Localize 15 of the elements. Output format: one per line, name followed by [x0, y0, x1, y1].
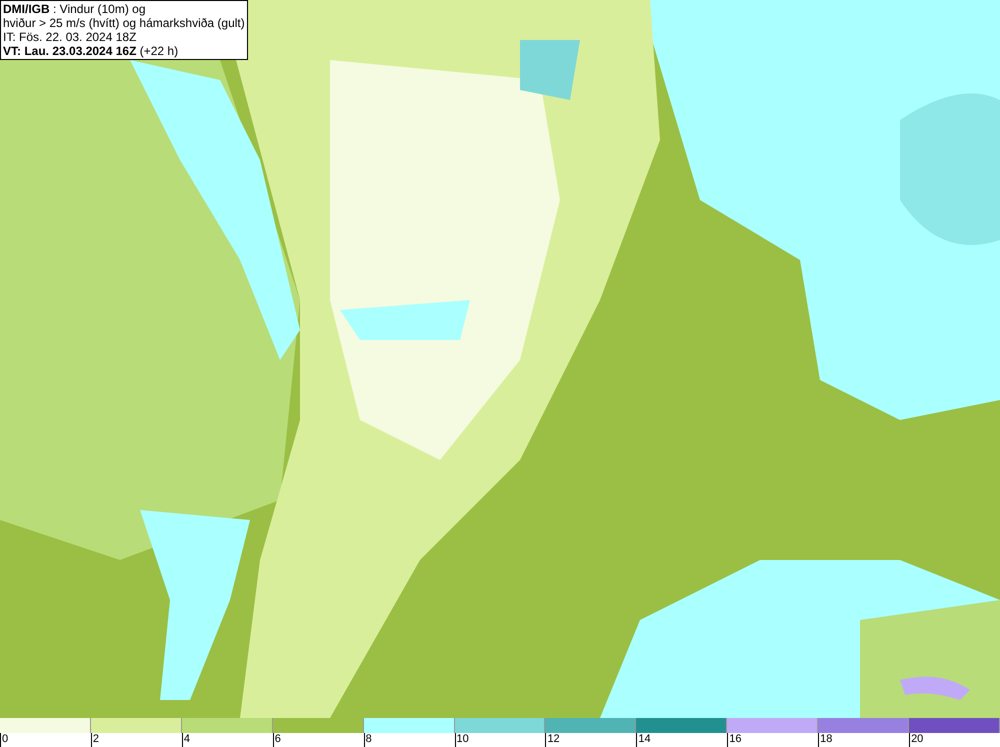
title-line: VT: Lau. 23.03.2024 16Z (+22 h)	[3, 44, 180, 58]
legend-label: 12	[547, 733, 560, 746]
title-line: IT: Fös. 22. 03. 2024 18Z	[3, 30, 138, 44]
legend-label: 10	[456, 733, 469, 746]
legend-label: 6	[274, 733, 281, 746]
legend-label: 14	[638, 733, 651, 746]
title-line: DMI/IGB : Vindur (10m) og	[3, 2, 146, 16]
legend-label: 16	[729, 733, 742, 746]
legend-label: 0	[2, 733, 8, 746]
legend-label: 20	[911, 733, 924, 746]
legend-label: 8	[366, 733, 372, 746]
legend-label: 18	[820, 733, 832, 746]
title-line: hviður > 25 m/s (hvítt) og hámarkshviða (gult)	[3, 16, 245, 30]
legend-label: 2	[92, 733, 100, 746]
legend-label: 4	[184, 733, 190, 746]
